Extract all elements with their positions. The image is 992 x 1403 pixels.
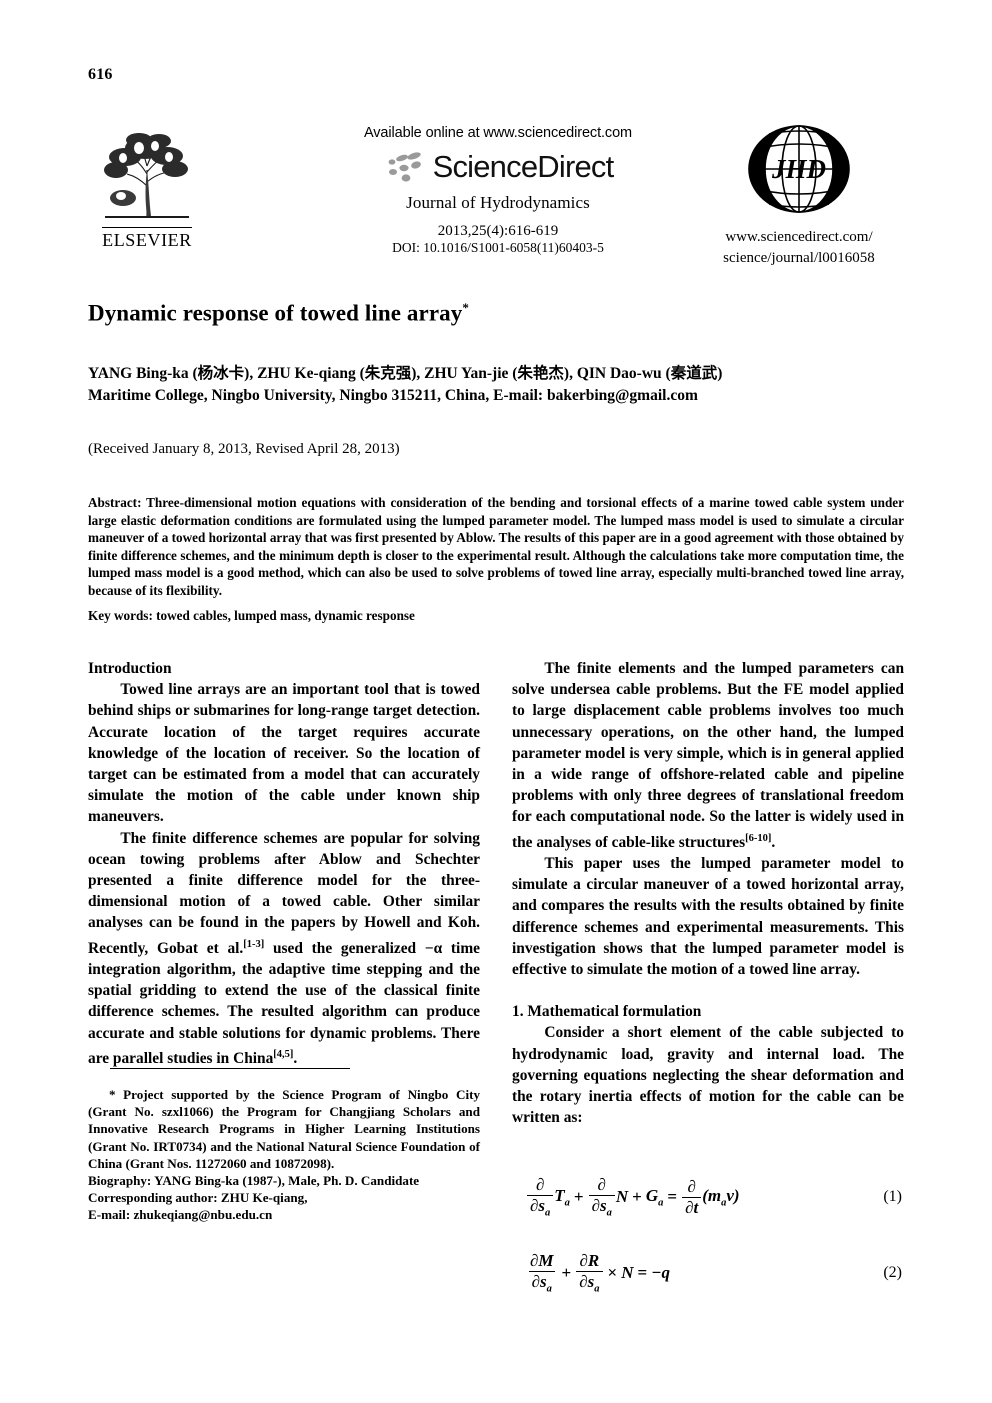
paragraph-section1: Consider a short element of the cable su… (512, 1024, 904, 1127)
journal-article-page: 616 ELSEVIER Available online at www.sci… (0, 0, 992, 1403)
paragraph-intro-2-part-a: The finite difference schemes are popula… (88, 829, 480, 957)
paragraph-intro-1: Towed line arrays are an important tool … (88, 681, 480, 826)
partial-R-ds-a: ∂R ∂sa (576, 1252, 603, 1294)
footnote-funding: * Project supported by the Science Progr… (88, 1087, 480, 1171)
page-number: 616 (88, 66, 113, 83)
abstract-block: Abstract: Three-dimensional motion equat… (88, 494, 904, 600)
equation-2-body: ∂M ∂sa + ∂R ∂sa × N = −q (512, 1252, 670, 1294)
partial-dt: ∂ ∂t (682, 1177, 702, 1217)
footnote-biography: Biography: YANG Bing-ka (1987-), Male, P… (88, 1172, 480, 1189)
operator-plus-1: + (573, 1187, 584, 1207)
abstract-label: Abstract: (88, 495, 142, 510)
symbol-T-a: Ta (554, 1185, 570, 1209)
jhd-monogram-text: JHD (771, 154, 826, 184)
volume-citation: 2013,25(4):616-619 (437, 223, 559, 239)
jhd-logo-block: JHD www.sciencedirect.com/ science/journ… (694, 124, 904, 269)
corresponding-author-text: ZHU Ke-qiang, (217, 1190, 308, 1206)
partial-M-ds-a: ∂M ∂sa (528, 1251, 555, 1295)
equation-1-body: ∂ ∂sa Ta + ∂ ∂sa N + Ga = ∂ ∂t (mav) (512, 1176, 740, 1218)
paragraph-intro-2: The finite difference schemes are popula… (88, 828, 480, 1069)
paragraph-right-1-part-a: The finite elements and the lumped param… (512, 660, 904, 851)
doi-text: DOI: 10.1016/S1001-6058(11)60403-5 (392, 240, 604, 255)
citation-ref-4-5: [4,5] (273, 1048, 294, 1060)
footnote-block: * Project supported by the Science Progr… (88, 1086, 480, 1224)
author-affiliation: Maritime College, Ningbo University, Nin… (88, 387, 698, 404)
available-online-text: Available online at www.sciencedirect.co… (363, 125, 633, 141)
operator-plus-2: + (632, 1187, 642, 1207)
biography-label: Biography: (88, 1173, 152, 1189)
operator-cross: × (607, 1263, 618, 1283)
corresponding-author-label: Corresponding author: (88, 1190, 218, 1206)
footnote-divider (110, 1068, 350, 1069)
received-dates: (Received January 8, 2013, Revised April… (88, 441, 400, 457)
heading-introduction: Introduction (88, 660, 172, 677)
equation-2: ∂M ∂sa + ∂R ∂sa × N = −q (2) (512, 1252, 904, 1294)
paragraph-right-1: The finite elements and the lumped param… (512, 658, 904, 853)
paragraph-right-1-part-b: . (771, 833, 776, 851)
symbol-N-2: N (621, 1263, 634, 1283)
equation-2-number: (2) (883, 1264, 902, 1282)
citation-ref-6-10: [6-10] (745, 832, 772, 844)
partial-ds-a-1: ∂ ∂sa (527, 1176, 554, 1218)
paragraph-right-2: This paper uses the lumped parameter mod… (512, 854, 904, 978)
partial-ds-a-2: ∂ ∂sa (588, 1176, 615, 1218)
body-column-left: Introduction Towed line arrays are an im… (88, 658, 480, 1069)
jhd-url-line-1: www.sciencedirect.com/ (725, 229, 873, 245)
sciencedirect-logo: ScienceDirect (288, 147, 708, 187)
equation-1: ∂ ∂sa Ta + ∂ ∂sa N + Ga = ∂ ∂t (mav) (1) (512, 1176, 904, 1218)
article-title-text: Dynamic response of towed line array (88, 300, 463, 326)
author-names: YANG Bing-ka (杨冰卡), ZHU Ke-qiang (朱克强), … (88, 365, 723, 382)
jhd-globe-icon: JHD (748, 125, 850, 213)
jhd-url-line-2: science/journal/l0016058 (723, 250, 875, 266)
equation-1-number: (1) (883, 1188, 902, 1206)
symbol-N: N (615, 1187, 629, 1207)
symbol-ma-v: (mav) (702, 1185, 740, 1209)
heading-mathematical-formulation: 1. Mathematical formulation (512, 1003, 702, 1021)
keywords-label: Key words: (88, 608, 153, 623)
operator-plus-3: + (561, 1263, 572, 1283)
citation-ref-1-3: [1-3] (243, 938, 265, 950)
elsevier-tree-icon (99, 126, 195, 226)
symbol-G-a: Ga (645, 1185, 664, 1209)
sciencedirect-wordmark: ScienceDirect (432, 149, 615, 184)
sciencedirect-dots-icon (388, 152, 421, 182)
keywords-block: Key words: towed cables, lumped mass, dy… (88, 608, 904, 624)
sciencedirect-block: Available online at www.sciencedirect.co… (288, 124, 708, 256)
author-block: YANG Bing-ka (杨冰卡), ZHU Ke-qiang (朱克强), … (88, 363, 904, 407)
symbol-minus-q: −q (651, 1263, 670, 1283)
paragraph-intro-2-part-c: . (293, 1049, 298, 1067)
body-column-right: The finite elements and the lumped param… (512, 658, 904, 1128)
journal-name: Journal of Hydrodynamics (406, 193, 590, 212)
abstract-text: Three-dimensional motion equations with … (88, 495, 904, 598)
footnote-corresponding: Corresponding author: ZHU Ke-qiang, (88, 1189, 480, 1206)
footnote-email: E-mail: zhukeqiang@nbu.edu.cn (88, 1207, 273, 1223)
article-title: Dynamic response of towed line array* (88, 300, 904, 327)
masthead: ELSEVIER Available online at www.science… (88, 124, 904, 274)
elsevier-logo: ELSEVIER (88, 126, 206, 251)
title-footnote-marker: * (462, 300, 469, 315)
biography-text: YANG Bing-ka (1987-), Male, Ph. D. Candi… (151, 1173, 420, 1189)
elsevier-wordmark: ELSEVIER (102, 227, 192, 251)
keywords-text: towed cables, lumped mass, dynamic respo… (152, 608, 415, 623)
operator-equals-1: = (667, 1187, 678, 1207)
operator-equals-2: = (637, 1263, 648, 1283)
